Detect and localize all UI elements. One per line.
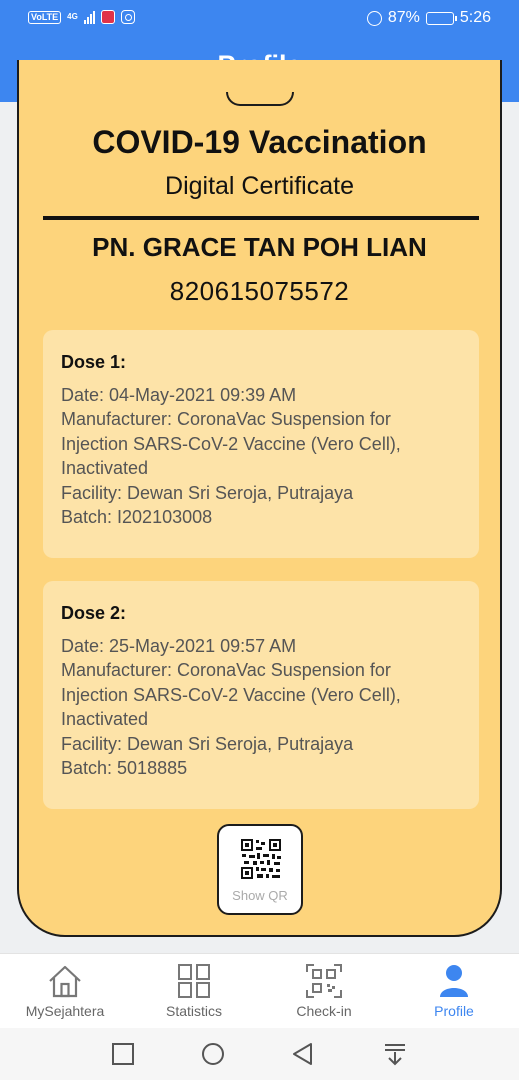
dose-manufacturer-line-3: Inactivated — [61, 709, 149, 729]
dose-manufacturer-line-2: Injection SARS-CoV-2 Vaccine (Vero Cell)… — [61, 433, 401, 454]
notification-pulldown-icon[interactable] — [383, 1042, 407, 1066]
nav-label: Statistics — [165, 1003, 222, 1019]
status-right: 87% 5:26 — [366, 9, 491, 27]
grid-icon — [178, 964, 210, 998]
alarm-icon — [366, 10, 382, 26]
certificate-subtitle: Digital Certificate — [165, 172, 354, 200]
status-left: VoLTE 4G — [28, 10, 135, 24]
dose-2-panel: Dose 2: Date: 25-May-2021 09:57 AM Manuf… — [43, 581, 479, 809]
dose-manufacturer-line-1: Manufacturer: CoronaVac Suspension for — [61, 409, 391, 429]
home-button-icon[interactable] — [201, 1042, 225, 1066]
app-notification-icon — [100, 10, 115, 24]
home-icon — [49, 965, 81, 998]
dose-manufacturer-line-1: Manufacturer: CoronaVac Suspension for — [61, 660, 391, 680]
system-navigation-bar — [0, 1028, 519, 1080]
qr-scan-icon — [306, 964, 342, 998]
dose-1-panel: Dose 1: Date: 04-May-2021 09:39 AM Manuf… — [43, 330, 479, 558]
certificate-notch — [226, 92, 294, 106]
person-icon — [440, 965, 468, 997]
dose-title: Dose 2: — [61, 603, 127, 623]
dose-manufacturer-line-3: Inactivated — [61, 458, 149, 478]
divider — [43, 216, 479, 220]
bottom-navigation: MySejahtera Statistics Check-in Profile — [0, 953, 519, 1028]
signal-icon — [83, 10, 95, 24]
dose-date: Date: 25-May-2021 09:57 AM — [61, 635, 297, 656]
dose-manufacturer-line-2: Injection SARS-CoV-2 Vaccine (Vero Cell)… — [61, 684, 401, 705]
dose-title: Dose 1: — [61, 352, 127, 372]
show-qr-label: Show QR — [232, 888, 288, 903]
vaccination-certificate-card: COVID-19 Vaccination Digital Certificate… — [17, 60, 502, 937]
nav-label: Profile — [434, 1003, 474, 1019]
status-bar: VoLTE 4G 87% 5:26 — [0, 0, 519, 38]
certificate-title: COVID-19 Vaccination — [92, 124, 427, 160]
nav-item-profile[interactable]: Profile — [399, 954, 509, 1029]
nav-item-statistics[interactable]: Statistics — [139, 954, 249, 1029]
dose-facility: Facility: Dewan Sri Seroja, Putrajaya — [61, 733, 354, 754]
nav-label: MySejahtera — [25, 1003, 105, 1019]
dose-facility: Facility: Dewan Sri Seroja, Putrajaya — [61, 482, 354, 503]
nav-item-check-in[interactable]: Check-in — [269, 954, 379, 1029]
holder-id-number: 820615075572 — [169, 276, 350, 306]
instagram-icon — [120, 10, 135, 24]
dose-batch: Batch: I202103008 — [61, 507, 213, 527]
show-qr-button[interactable]: Show QR — [217, 824, 303, 915]
network-type-label: 4G — [67, 12, 78, 21]
battery-icon — [425, 11, 457, 25]
clock: 5:26 — [459, 9, 491, 26]
holder-name: PN. GRACE TAN POH LIAN — [92, 232, 427, 262]
battery-percent: 87% — [387, 9, 420, 26]
dose-batch: Batch: 5018885 — [61, 758, 188, 778]
qr-code-icon — [241, 839, 281, 879]
recent-apps-icon[interactable] — [111, 1042, 135, 1066]
nav-label: Check-in — [296, 1003, 352, 1019]
nav-item-mysejahtera[interactable]: MySejahtera — [10, 954, 120, 1029]
back-icon[interactable] — [291, 1042, 315, 1066]
volte-badge: VoLTE — [28, 10, 62, 24]
dose-date: Date: 04-May-2021 09:39 AM — [61, 384, 297, 405]
